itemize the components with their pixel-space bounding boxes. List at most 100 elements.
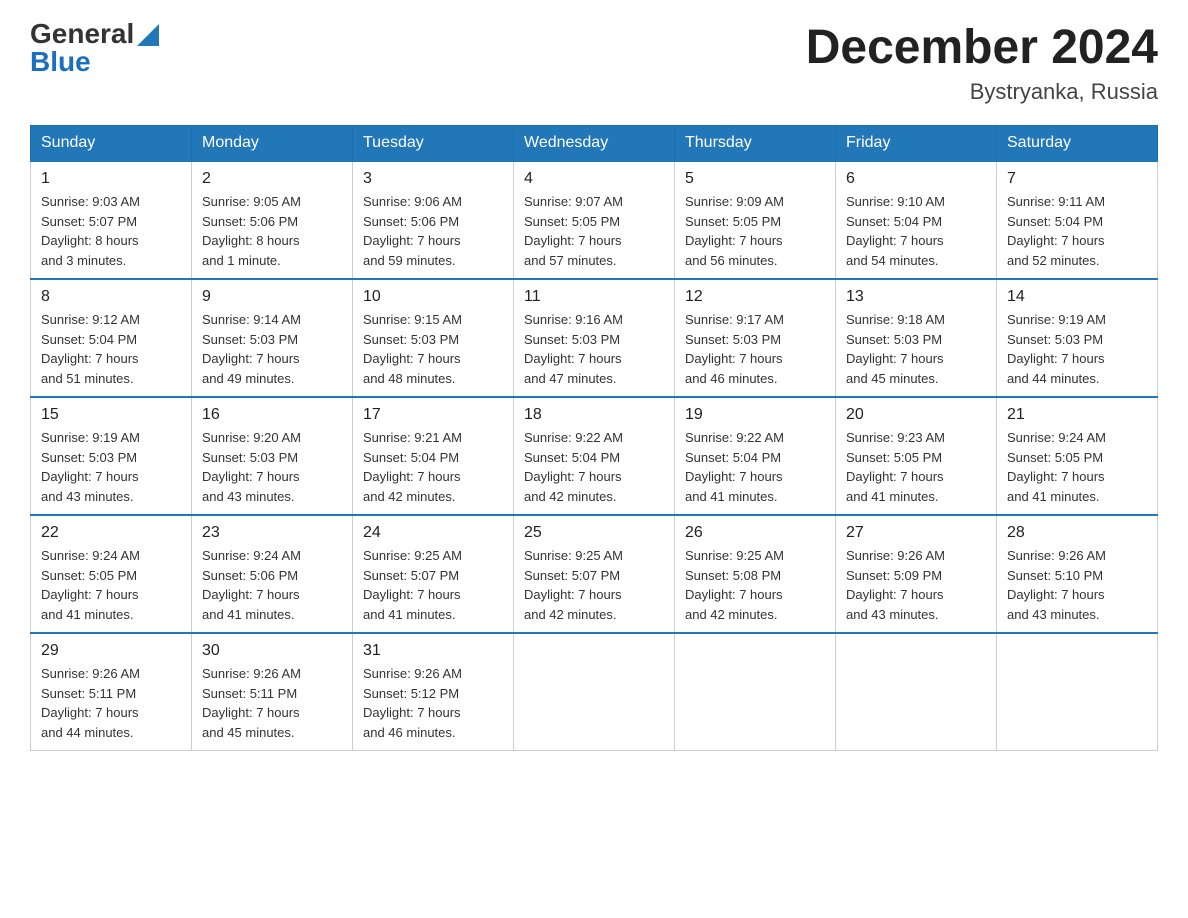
calendar-day-cell — [836, 633, 997, 751]
day-number: 17 — [363, 406, 503, 424]
calendar-day-cell: 26 Sunrise: 9:25 AM Sunset: 5:08 PM Dayli… — [675, 515, 836, 633]
day-info: Sunrise: 9:16 AM Sunset: 5:03 PM Dayligh… — [524, 310, 664, 388]
logo-blue-text: Blue — [30, 48, 91, 76]
calendar-day-cell: 27 Sunrise: 9:26 AM Sunset: 5:09 PM Dayli… — [836, 515, 997, 633]
calendar-day-cell: 11 Sunrise: 9:16 AM Sunset: 5:03 PM Dayli… — [514, 279, 675, 397]
calendar-day-cell: 2 Sunrise: 9:05 AM Sunset: 5:06 PM Daylig… — [192, 161, 353, 279]
location-text: Bystryanka, Russia — [806, 79, 1158, 105]
day-number: 2 — [202, 170, 342, 188]
day-number: 11 — [524, 288, 664, 306]
day-info: Sunrise: 9:26 AM Sunset: 5:11 PM Dayligh… — [202, 664, 342, 742]
calendar-week-row: 15Sunrise: 9:19 AM Sunset: 5:03 PM Dayli… — [31, 397, 1158, 515]
day-info: Sunrise: 9:24 AM Sunset: 5:06 PM Dayligh… — [202, 546, 342, 624]
calendar-day-cell: 14Sunrise: 9:19 AM Sunset: 5:03 PM Dayli… — [997, 279, 1158, 397]
day-number: 21 — [1007, 406, 1147, 424]
weekday-header-cell: Wednesday — [514, 126, 675, 162]
calendar-day-cell: 16Sunrise: 9:20 AM Sunset: 5:03 PM Dayli… — [192, 397, 353, 515]
day-number: 3 — [363, 170, 503, 188]
calendar-table: SundayMondayTuesdayWednesdayThursdayFrid… — [30, 125, 1158, 751]
day-info: Sunrise: 9:06 AM Sunset: 5:06 PM Dayligh… — [363, 192, 503, 270]
calendar-day-cell: 30 Sunrise: 9:26 AM Sunset: 5:11 PM Dayli… — [192, 633, 353, 751]
calendar-day-cell: 3 Sunrise: 9:06 AM Sunset: 5:06 PM Daylig… — [353, 161, 514, 279]
day-number: 26 — [685, 524, 825, 542]
calendar-day-cell: 18 Sunrise: 9:22 AM Sunset: 5:04 PM Dayli… — [514, 397, 675, 515]
day-info: Sunrise: 9:05 AM Sunset: 5:06 PM Dayligh… — [202, 192, 342, 270]
weekday-header-cell: Thursday — [675, 126, 836, 162]
day-number: 9 — [202, 288, 342, 306]
day-number: 24 — [363, 524, 503, 542]
day-info: Sunrise: 9:23 AM Sunset: 5:05 PM Dayligh… — [846, 428, 986, 506]
day-number: 20 — [846, 406, 986, 424]
calendar-day-cell: 12 Sunrise: 9:17 AM Sunset: 5:03 PM Dayli… — [675, 279, 836, 397]
day-number: 6 — [846, 170, 986, 188]
day-number: 8 — [41, 288, 181, 306]
calendar-day-cell: 10 Sunrise: 9:15 AM Sunset: 5:03 PM Dayli… — [353, 279, 514, 397]
day-info: Sunrise: 9:25 AM Sunset: 5:07 PM Dayligh… — [524, 546, 664, 624]
calendar-body: 1 Sunrise: 9:03 AM Sunset: 5:07 PM Daylig… — [31, 161, 1158, 751]
day-number: 27 — [846, 524, 986, 542]
day-number: 7 — [1007, 170, 1147, 188]
day-info: Sunrise: 9:21 AM Sunset: 5:04 PM Dayligh… — [363, 428, 503, 506]
day-number: 14 — [1007, 288, 1147, 306]
day-number: 13 — [846, 288, 986, 306]
calendar-day-cell: 20 Sunrise: 9:23 AM Sunset: 5:05 PM Dayli… — [836, 397, 997, 515]
calendar-day-cell: 28 Sunrise: 9:26 AM Sunset: 5:10 PM Dayli… — [997, 515, 1158, 633]
day-info: Sunrise: 9:03 AM Sunset: 5:07 PM Dayligh… — [41, 192, 181, 270]
calendar-day-cell: 31Sunrise: 9:26 AM Sunset: 5:12 PM Dayli… — [353, 633, 514, 751]
day-info: Sunrise: 9:22 AM Sunset: 5:04 PM Dayligh… — [524, 428, 664, 506]
calendar-day-cell: 19 Sunrise: 9:22 AM Sunset: 5:04 PM Dayli… — [675, 397, 836, 515]
day-info: Sunrise: 9:22 AM Sunset: 5:04 PM Dayligh… — [685, 428, 825, 506]
day-number: 1 — [41, 170, 181, 188]
calendar-day-cell: 7Sunrise: 9:11 AM Sunset: 5:04 PM Daylig… — [997, 161, 1158, 279]
day-number: 30 — [202, 642, 342, 660]
day-number: 10 — [363, 288, 503, 306]
calendar-day-cell: 4 Sunrise: 9:07 AM Sunset: 5:05 PM Daylig… — [514, 161, 675, 279]
calendar-day-cell: 22Sunrise: 9:24 AM Sunset: 5:05 PM Dayli… — [31, 515, 192, 633]
day-number: 18 — [524, 406, 664, 424]
logo-triangle-icon — [137, 24, 159, 46]
month-title: December 2024 — [806, 20, 1158, 75]
calendar-day-cell: 21 Sunrise: 9:24 AM Sunset: 5:05 PM Dayli… — [997, 397, 1158, 515]
page-header: General Blue December 2024 Bystryanka, R… — [30, 20, 1158, 105]
calendar-day-cell: 23 Sunrise: 9:24 AM Sunset: 5:06 PM Dayli… — [192, 515, 353, 633]
day-info: Sunrise: 9:25 AM Sunset: 5:07 PM Dayligh… — [363, 546, 503, 624]
calendar-week-row: 1 Sunrise: 9:03 AM Sunset: 5:07 PM Daylig… — [31, 161, 1158, 279]
day-info: Sunrise: 9:10 AM Sunset: 5:04 PM Dayligh… — [846, 192, 986, 270]
day-info: Sunrise: 9:24 AM Sunset: 5:05 PM Dayligh… — [1007, 428, 1147, 506]
day-number: 12 — [685, 288, 825, 306]
day-number: 29 — [41, 642, 181, 660]
day-info: Sunrise: 9:15 AM Sunset: 5:03 PM Dayligh… — [363, 310, 503, 388]
day-info: Sunrise: 9:07 AM Sunset: 5:05 PM Dayligh… — [524, 192, 664, 270]
calendar-day-cell: 17 Sunrise: 9:21 AM Sunset: 5:04 PM Dayli… — [353, 397, 514, 515]
weekday-header-row: SundayMondayTuesdayWednesdayThursdayFrid… — [31, 126, 1158, 162]
weekday-header-cell: Tuesday — [353, 126, 514, 162]
day-number: 19 — [685, 406, 825, 424]
calendar-day-cell: 9 Sunrise: 9:14 AM Sunset: 5:03 PM Daylig… — [192, 279, 353, 397]
calendar-day-cell: 13 Sunrise: 9:18 AM Sunset: 5:03 PM Dayli… — [836, 279, 997, 397]
day-info: Sunrise: 9:20 AM Sunset: 5:03 PM Dayligh… — [202, 428, 342, 506]
day-info: Sunrise: 9:26 AM Sunset: 5:09 PM Dayligh… — [846, 546, 986, 624]
day-number: 23 — [202, 524, 342, 542]
calendar-day-cell: 6 Sunrise: 9:10 AM Sunset: 5:04 PM Daylig… — [836, 161, 997, 279]
calendar-week-row: 22Sunrise: 9:24 AM Sunset: 5:05 PM Dayli… — [31, 515, 1158, 633]
day-info: Sunrise: 9:26 AM Sunset: 5:12 PM Dayligh… — [363, 664, 503, 742]
day-info: Sunrise: 9:26 AM Sunset: 5:10 PM Dayligh… — [1007, 546, 1147, 624]
day-info: Sunrise: 9:19 AM Sunset: 5:03 PM Dayligh… — [41, 428, 181, 506]
day-info: Sunrise: 9:17 AM Sunset: 5:03 PM Dayligh… — [685, 310, 825, 388]
calendar-week-row: 8Sunrise: 9:12 AM Sunset: 5:04 PM Daylig… — [31, 279, 1158, 397]
day-number: 5 — [685, 170, 825, 188]
logo: General Blue — [30, 20, 159, 76]
calendar-day-cell: 15Sunrise: 9:19 AM Sunset: 5:03 PM Dayli… — [31, 397, 192, 515]
day-info: Sunrise: 9:18 AM Sunset: 5:03 PM Dayligh… — [846, 310, 986, 388]
calendar-day-cell — [675, 633, 836, 751]
calendar-day-cell: 1 Sunrise: 9:03 AM Sunset: 5:07 PM Daylig… — [31, 161, 192, 279]
weekday-header-cell: Monday — [192, 126, 353, 162]
day-info: Sunrise: 9:09 AM Sunset: 5:05 PM Dayligh… — [685, 192, 825, 270]
day-number: 28 — [1007, 524, 1147, 542]
calendar-day-cell — [514, 633, 675, 751]
day-info: Sunrise: 9:14 AM Sunset: 5:03 PM Dayligh… — [202, 310, 342, 388]
day-info: Sunrise: 9:25 AM Sunset: 5:08 PM Dayligh… — [685, 546, 825, 624]
day-number: 4 — [524, 170, 664, 188]
weekday-header-cell: Sunday — [31, 126, 192, 162]
weekday-header-cell: Friday — [836, 126, 997, 162]
